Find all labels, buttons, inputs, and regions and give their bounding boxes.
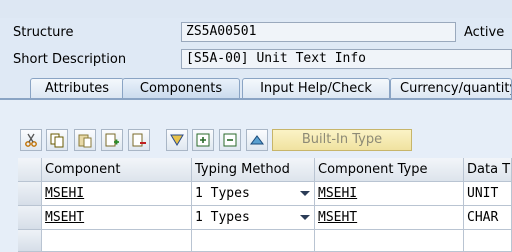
collapse-icon bbox=[223, 133, 237, 147]
tab-components[interactable]: Components bbox=[122, 78, 240, 100]
delete-row-icon bbox=[132, 133, 146, 147]
copy-icon bbox=[50, 133, 64, 148]
column-header-data-type[interactable]: Data T bbox=[464, 158, 512, 182]
typing-method-select[interactable]: 1 Types bbox=[192, 182, 315, 206]
component-type-cell[interactable]: MSEHT bbox=[315, 206, 464, 230]
collapse-button[interactable] bbox=[219, 129, 241, 151]
chevron-down-icon[interactable] bbox=[300, 191, 310, 196]
component-type-cell[interactable]: MSEHI bbox=[315, 182, 464, 206]
table-cell-empty[interactable] bbox=[464, 230, 512, 252]
cut-button[interactable] bbox=[20, 129, 42, 151]
filter-icon bbox=[170, 134, 184, 146]
paste-button[interactable] bbox=[74, 129, 96, 151]
table-cell-empty[interactable] bbox=[192, 230, 315, 252]
insert-row-button[interactable] bbox=[101, 129, 123, 151]
structure-field[interactable]: ZS5A00501 bbox=[181, 22, 456, 42]
tab-attributes[interactable]: Attributes bbox=[30, 78, 124, 99]
select-all-corner[interactable] bbox=[18, 158, 42, 182]
top-strip bbox=[0, 0, 512, 18]
row-selector[interactable] bbox=[18, 230, 42, 252]
component-name[interactable]: MSEHT bbox=[45, 210, 84, 225]
column-header-component-type[interactable]: Component Type bbox=[315, 158, 464, 182]
table-row-empty[interactable] bbox=[42, 230, 192, 252]
status-text: Active bbox=[464, 25, 505, 40]
filter-button[interactable] bbox=[166, 129, 188, 151]
column-header-component[interactable]: Component bbox=[42, 158, 192, 182]
table-row[interactable]: MSEHI bbox=[42, 182, 192, 206]
delete-row-button[interactable] bbox=[128, 129, 150, 151]
row-selector[interactable] bbox=[18, 182, 42, 206]
tab-currency-quantity[interactable]: Currency/quantity bbox=[390, 78, 512, 99]
cut-icon bbox=[25, 133, 37, 147]
table-row[interactable]: MSEHT bbox=[42, 206, 192, 230]
paste-icon bbox=[78, 134, 92, 148]
table-cell-empty[interactable] bbox=[315, 230, 464, 252]
copy-button[interactable] bbox=[46, 129, 68, 151]
tab-input-help-check[interactable]: Input Help/Check bbox=[242, 78, 390, 99]
component-name[interactable]: MSEHI bbox=[45, 186, 84, 201]
built-in-type-button[interactable]: Built-In Type bbox=[272, 129, 412, 151]
structure-label: Structure bbox=[13, 25, 74, 40]
component-type-link[interactable]: MSEHT bbox=[318, 210, 357, 225]
typing-method-select[interactable]: 1 Types bbox=[192, 206, 315, 230]
short-description-label: Short Description bbox=[13, 52, 127, 67]
typing-method-value: 1 Types bbox=[195, 186, 250, 201]
move-up-button[interactable] bbox=[246, 129, 268, 151]
insert-row-icon bbox=[105, 133, 119, 147]
expand-button[interactable] bbox=[192, 129, 214, 151]
column-header-typing-method[interactable]: Typing Method bbox=[192, 158, 315, 182]
chevron-down-icon[interactable] bbox=[300, 215, 310, 220]
expand-icon bbox=[196, 133, 210, 147]
component-type-link[interactable]: MSEHI bbox=[318, 186, 357, 201]
data-type-cell: UNIT bbox=[464, 182, 512, 206]
typing-method-value: 1 Types bbox=[195, 210, 250, 225]
short-description-field[interactable]: [S5A-00] Unit Text Info bbox=[181, 49, 512, 69]
tab-underline bbox=[0, 98, 512, 100]
data-type-cell: CHAR bbox=[464, 206, 512, 230]
move-up-icon bbox=[250, 135, 264, 145]
row-selector[interactable] bbox=[18, 206, 42, 230]
